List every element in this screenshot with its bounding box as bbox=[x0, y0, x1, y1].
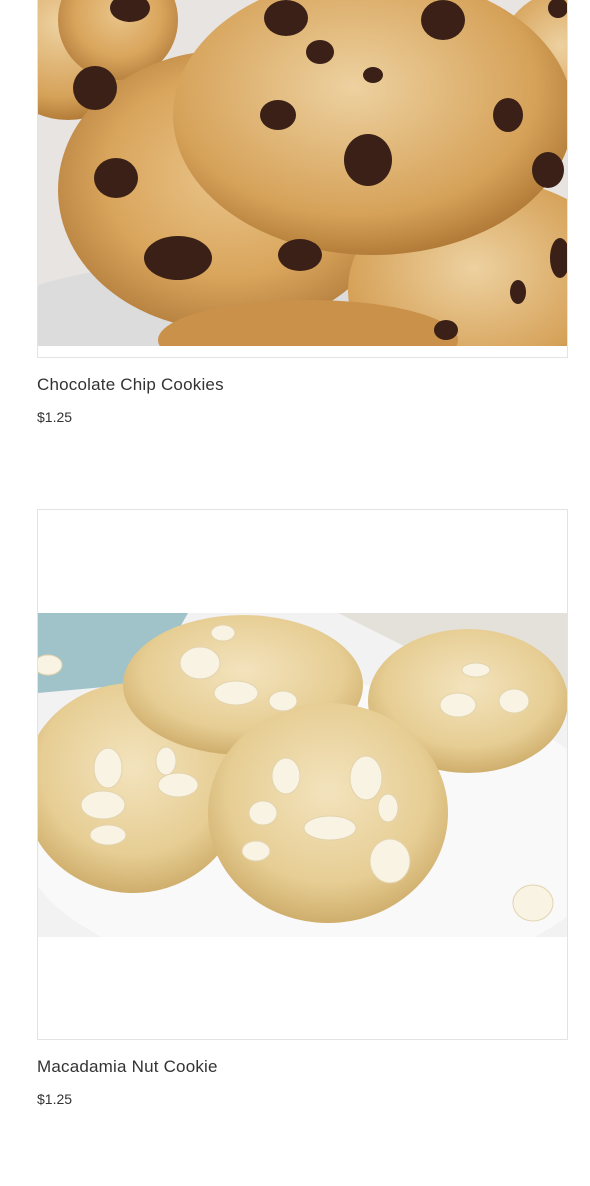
product-card[interactable]: Chocolate Chip Cookies $1.25 bbox=[37, 0, 568, 425]
product-image-link[interactable] bbox=[37, 509, 568, 1040]
product-list: Chocolate Chip Cookies $1.25 Macadamia N… bbox=[0, 0, 590, 1186]
product-name[interactable]: Macadamia Nut Cookie bbox=[37, 1057, 568, 1077]
product-image-link[interactable] bbox=[37, 0, 568, 358]
product-name[interactable]: Chocolate Chip Cookies bbox=[37, 375, 568, 395]
product-card[interactable]: Macadamia Nut Cookie $1.25 bbox=[37, 509, 568, 1107]
product-price: $1.25 bbox=[37, 409, 73, 425]
chocolate-chip-cookies-image bbox=[38, 0, 567, 346]
macadamia-nut-cookie-image bbox=[38, 613, 567, 937]
product-price: $1.25 bbox=[37, 1091, 73, 1107]
